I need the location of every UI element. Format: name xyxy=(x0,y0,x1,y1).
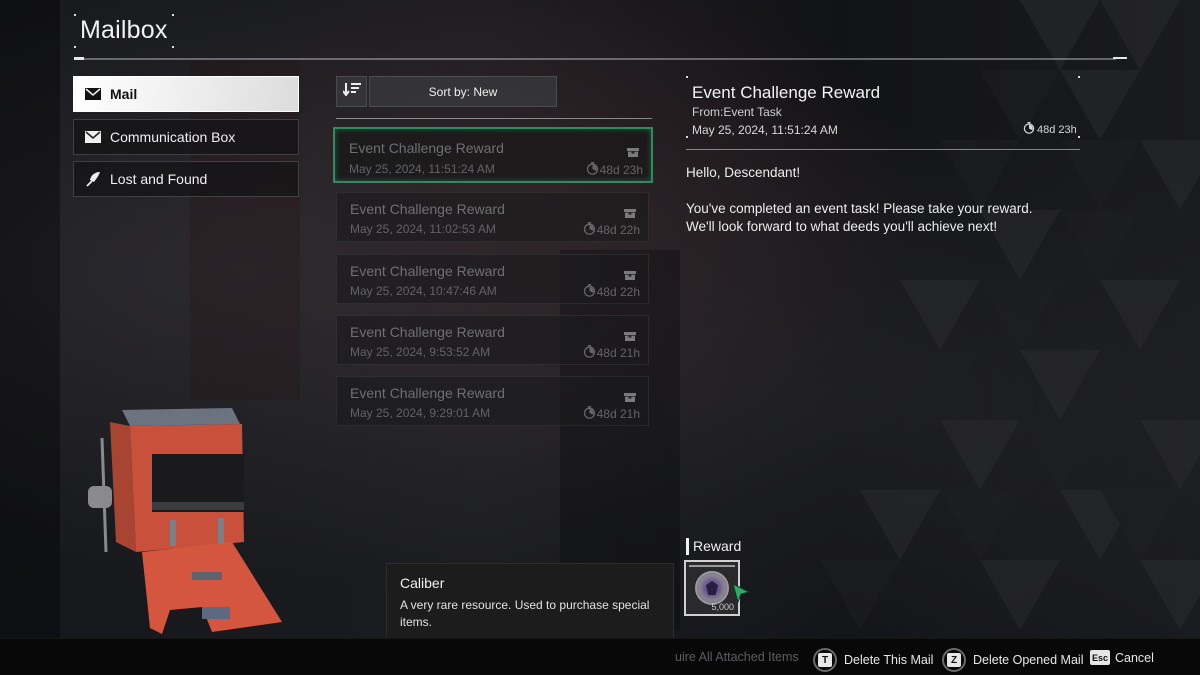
sort-descending-icon xyxy=(341,82,361,101)
attachment-box-icon xyxy=(627,144,639,157)
mail-detail-expiry: 48d 23h xyxy=(1023,122,1077,137)
corner-dot xyxy=(172,14,174,16)
mail-item-expiry: 48d 21h xyxy=(583,406,640,422)
cancel-button[interactable]: Esc Cancel xyxy=(1090,650,1154,665)
sort-order-button[interactable] xyxy=(336,76,367,107)
corner-dot xyxy=(686,136,688,138)
delete-this-mail-button[interactable]: T Delete This Mail xyxy=(813,648,933,672)
mail-item-expiry: 48d 21h xyxy=(583,345,640,361)
mail-item-title: Event Challenge Reward xyxy=(350,385,505,401)
caliber-coin-icon xyxy=(695,571,729,605)
mail-item-title: Event Challenge Reward xyxy=(350,263,505,279)
sidebar-item-label: Communication Box xyxy=(110,129,236,145)
page-title: Mailbox xyxy=(80,16,168,44)
mail-icon xyxy=(85,87,101,101)
expiry-text: 48d 22h xyxy=(596,285,640,299)
cancel-label: Cancel xyxy=(1115,650,1154,665)
sidebar-item-mail[interactable]: Mail xyxy=(73,76,299,112)
umbrella-icon xyxy=(85,172,101,187)
mail-item-date: May 25, 2024, 11:51:24 AM xyxy=(349,162,495,176)
mail-list-item[interactable]: Event Challenge Reward May 25, 2024, 11:0… xyxy=(336,192,649,242)
mail-greeting: Hello, Descendant! xyxy=(686,165,801,180)
mouse-cursor-icon xyxy=(732,583,751,604)
expiry-text: 48d 21h xyxy=(596,346,640,360)
corner-dot xyxy=(1078,76,1080,78)
tooltip-description: A very rare resource. Used to purchase s… xyxy=(400,598,650,629)
acquire-all-attached-items-button[interactable]: uire All Attached Items xyxy=(675,650,799,664)
mail-item-date: May 25, 2024, 9:29:01 AM xyxy=(350,406,491,420)
delete-opened-mail-button[interactable]: Z Delete Opened Mail xyxy=(942,648,1083,672)
mail-list-item[interactable]: Event Challenge Reward May 25, 2024, 9:53… xyxy=(336,315,649,365)
delete-this-mail-label: Delete This Mail xyxy=(844,653,934,667)
mail-detail-title: Event Challenge Reward xyxy=(692,83,881,102)
mail-item-expiry: 48d 22h xyxy=(583,284,640,300)
expiry-text: 48d 21h xyxy=(596,407,640,421)
attachment-box-icon xyxy=(624,389,636,402)
detail-divider xyxy=(686,149,1080,150)
corner-dot xyxy=(686,76,688,78)
header-divider xyxy=(76,58,1116,60)
mail-item-expiry: 48d 22h xyxy=(583,222,640,238)
delete-opened-mail-label: Delete Opened Mail xyxy=(973,653,1084,667)
mail-list-item[interactable]: Event Challenge Reward May 25, 2024, 9:29… xyxy=(336,376,649,426)
timer-icon xyxy=(583,284,596,300)
mailbox-crate-image xyxy=(88,408,282,634)
mail-list-item[interactable]: Event Challenge Reward May 25, 2024, 11:5… xyxy=(333,127,653,183)
mail-item-date: May 25, 2024, 11:02:53 AM xyxy=(350,222,496,236)
attachment-box-icon xyxy=(624,267,636,280)
corner-dot xyxy=(74,14,76,16)
timer-icon xyxy=(586,162,599,178)
header-divider-cap xyxy=(1113,57,1127,59)
mail-detail-date: May 25, 2024, 11:51:24 AM xyxy=(692,123,838,137)
mail-item-date: May 25, 2024, 9:53:52 AM xyxy=(350,345,491,359)
corner-dot xyxy=(74,46,76,48)
key-z-icon: Z xyxy=(942,648,966,672)
corner-dot xyxy=(172,46,174,48)
mail-list-item[interactable]: Event Challenge Reward May 25, 2024, 10:4… xyxy=(336,254,649,304)
background-shadow xyxy=(0,0,60,640)
expiry-text: 48d 22h xyxy=(596,223,640,237)
timer-icon xyxy=(583,345,596,361)
key-esc-icon: Esc xyxy=(1090,650,1110,665)
list-divider xyxy=(336,118,652,119)
timer-icon xyxy=(583,222,596,238)
mail-item-title: Event Challenge Reward xyxy=(350,324,505,340)
mail-detail-sender: From:Event Task xyxy=(692,105,782,119)
tooltip-title: Caliber xyxy=(400,575,445,591)
envelope-icon xyxy=(85,130,101,144)
key-t-icon: T xyxy=(813,648,837,672)
sidebar-item-lost-and-found[interactable]: Lost and Found xyxy=(73,161,299,197)
expiry-text: 48d 23h xyxy=(1037,123,1077,136)
sort-dropdown[interactable]: Sort by: New xyxy=(369,76,557,107)
mail-body-line: We'll look forward to what deeds you'll … xyxy=(686,219,998,234)
header-divider-cap xyxy=(74,57,84,60)
timer-icon xyxy=(1023,122,1035,137)
reward-label: Reward xyxy=(693,538,742,554)
attachment-box-icon xyxy=(624,205,636,218)
page-title-frame: Mailbox xyxy=(74,14,174,48)
mail-item-expiry: 48d 23h xyxy=(586,162,643,178)
corner-dot xyxy=(1078,136,1080,138)
sidebar-item-communication-box[interactable]: Communication Box xyxy=(73,119,299,155)
mail-item-date: May 25, 2024, 10:47:46 AM xyxy=(350,284,497,298)
timer-icon xyxy=(583,406,596,422)
sidebar-item-label: Lost and Found xyxy=(110,171,208,187)
reward-label-accent xyxy=(686,538,689,555)
sidebar-item-label: Mail xyxy=(110,86,138,102)
mail-item-title: Event Challenge Reward xyxy=(349,140,504,156)
acquire-all-label: uire All Attached Items xyxy=(675,650,799,664)
attachment-box-icon xyxy=(624,328,636,341)
rarity-bar xyxy=(689,565,735,567)
mail-detail-body: Hello, Descendant! You've completed an e… xyxy=(686,164,1033,236)
expiry-text: 48d 23h xyxy=(599,163,643,177)
mail-body-line: You've completed an event task! Please t… xyxy=(686,201,1033,216)
mail-item-title: Event Challenge Reward xyxy=(350,201,505,217)
